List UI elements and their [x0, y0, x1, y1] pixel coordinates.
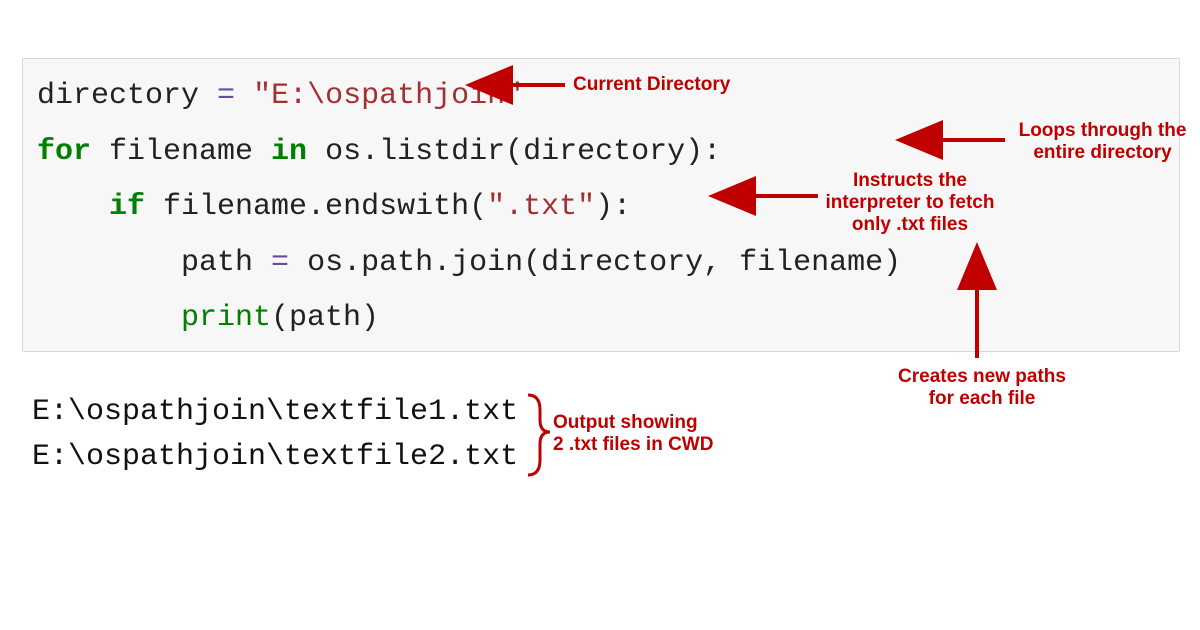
code-indent [37, 301, 181, 335]
code-token: filename.endswith( [145, 190, 487, 224]
code-indent [37, 190, 109, 224]
code-token: filename [91, 135, 271, 169]
code-token: ): [595, 190, 631, 224]
output-line: E:\ospathjoin\textfile1.txt [32, 395, 518, 429]
code-block: directory = "E:\ospathjoin" for filename… [22, 58, 1180, 352]
code-token: path [181, 246, 271, 280]
annotation-output: Output showing 2 .txt files in CWD [553, 412, 743, 456]
brace-icon [528, 395, 550, 475]
annotation-loops: Loops through the entire directory [1010, 120, 1195, 164]
code-token: (path) [271, 301, 379, 335]
code-indent [37, 246, 181, 280]
code-keyword: for [37, 135, 91, 169]
annotation-instructs: Instructs the interpreter to fetch only … [820, 170, 1000, 236]
code-func: print [181, 301, 271, 335]
code-keyword: if [109, 190, 145, 224]
annotation-creates: Creates new paths for each file [882, 366, 1082, 410]
output-block: E:\ospathjoin\textfile1.txt E:\ospathjoi… [32, 390, 518, 480]
output-line: E:\ospathjoin\textfile2.txt [32, 440, 518, 474]
code-token: os.listdir(directory): [307, 135, 721, 169]
code-token: directory [37, 79, 217, 113]
code-token: os.path.join(directory, filename) [289, 246, 901, 280]
code-keyword: in [271, 135, 307, 169]
code-token: = [271, 246, 289, 280]
annotation-current-directory: Current Directory [573, 74, 730, 96]
code-string: "E:\ospathjoin" [253, 79, 523, 113]
code-token: = [217, 79, 235, 113]
code-string: ".txt" [487, 190, 595, 224]
code-token [235, 79, 253, 113]
